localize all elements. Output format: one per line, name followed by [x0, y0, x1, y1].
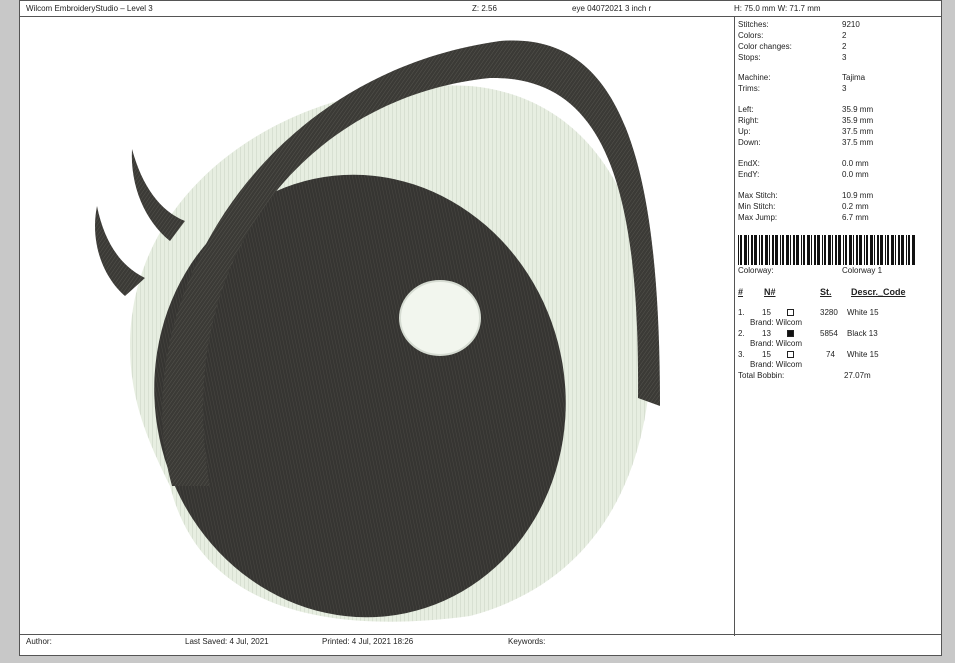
panel-divider [734, 16, 735, 636]
color-row-brand: Brand: Wilcom [750, 339, 803, 348]
thread-swatch [787, 330, 794, 337]
col-header-needle: N# [764, 287, 776, 297]
total-bobbin-value: 27.07m [844, 371, 871, 380]
color-row-descr: White 15 [847, 308, 879, 317]
stat-row: Color changes: 2 [738, 42, 847, 51]
keywords-label: Keywords: [508, 637, 546, 646]
author-label: Author: [26, 637, 52, 646]
color-row-brand: Brand: Wilcom [750, 360, 803, 369]
color-row-stitches: 5854 [820, 329, 838, 338]
color-row-descr: Black 13 [847, 329, 878, 338]
color-row-stitches: 74 [826, 350, 835, 359]
color-row-num: 3. [738, 350, 745, 359]
stat-row: EndY: 0.0 mm [738, 170, 869, 179]
sheet-footer: Author: Last Saved: 4 Jul, 2021 Printed:… [20, 634, 941, 655]
stat-row: Min Stitch: 0.2 mm [738, 202, 869, 211]
iris-highlight [399, 280, 481, 356]
design-barcode [738, 235, 915, 265]
design-size: H: 75.0 mm W: 71.7 mm [734, 4, 821, 13]
col-header-stitches: St. [820, 287, 832, 297]
color-row-brand: Brand: Wilcom [750, 318, 803, 327]
stat-row: Machine: Tajima [738, 73, 866, 82]
thread-swatch [787, 351, 794, 358]
stat-row: Stitches: 9210 [738, 20, 860, 29]
stat-row: Max Jump: 6.7 mm [738, 213, 869, 222]
design-name: eye 04072021 3 inch r [572, 4, 652, 13]
color-row-descr: White 15 [847, 350, 879, 359]
color-row-num: 1. [738, 308, 745, 317]
stat-row: Down: 37.5 mm [738, 138, 874, 147]
color-row-needle: 15 [762, 350, 771, 359]
stat-row: Up: 37.5 mm [738, 127, 874, 136]
stat-row: Stops: 3 [738, 53, 847, 62]
thread-swatch [787, 309, 794, 316]
print-preview-sheet: Wilcom EmbroideryStudio – Level 3 Z: 2.5… [19, 0, 942, 656]
printed-date: Printed: 4 Jul, 2021 18:26 [322, 637, 414, 646]
last-saved: Last Saved: 4 Jul, 2021 [185, 637, 269, 646]
color-row-stitches: 3280 [820, 308, 838, 317]
design-preview [20, 16, 734, 636]
col-header-num: # [738, 287, 744, 297]
eyelash-upper [131, 149, 185, 241]
total-bobbin-label: Total Bobbin: [738, 371, 785, 380]
zoom-level: Z: 2.56 [472, 4, 497, 13]
stat-row: Right: 35.9 mm [738, 116, 874, 125]
color-row-needle: 13 [762, 329, 771, 338]
colorway-row: Colorway: Colorway 1 [738, 266, 883, 275]
stat-row: Max Stitch: 10.9 mm [738, 191, 874, 200]
embroidery-eye-design [95, 40, 660, 622]
stat-row: Colors: 2 [738, 31, 847, 40]
col-header-descr: Descr._Code [851, 287, 906, 297]
stat-row: Trims: 3 [738, 84, 847, 93]
app-title: Wilcom EmbroideryStudio – Level 3 [26, 4, 153, 13]
color-row-num: 2. [738, 329, 745, 338]
color-row-needle: 15 [762, 308, 771, 317]
eyelash-lower [95, 206, 145, 296]
sheet-header: Wilcom EmbroideryStudio – Level 3 Z: 2.5… [20, 1, 941, 17]
stat-row: Left: 35.9 mm [738, 105, 874, 114]
stat-row: EndX: 0.0 mm [738, 159, 869, 168]
